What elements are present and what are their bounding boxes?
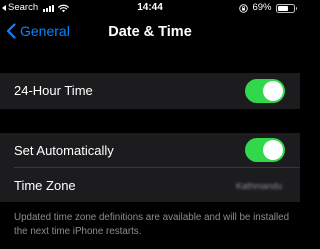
status-bar: Search 14:44 69%: [0, 0, 300, 16]
time-zone-value: Kathmandu: [235, 181, 282, 191]
setting-label-24-hour-time: 24-Hour Time: [14, 83, 93, 98]
setting-row-set-automatically: Set Automatically: [0, 133, 300, 168]
time-zone-footnote: Updated time zone definitions are availa…: [14, 212, 290, 237]
setting-row-time-zone: Time Zone Kathmandu: [0, 168, 300, 202]
battery-fill: [277, 5, 288, 11]
toggle-knob: [263, 81, 283, 101]
status-bar-right: 69%: [239, 2, 297, 14]
orientation-lock-icon: [239, 3, 249, 13]
battery-icon: [275, 3, 295, 13]
set-automatically-toggle[interactable]: [245, 138, 285, 162]
page-title: Date & Time: [108, 24, 192, 40]
battery-cap: [295, 6, 297, 10]
24-hour-time-toggle[interactable]: [245, 79, 285, 103]
setting-row-24-hour-time: 24-Hour Time: [0, 73, 300, 109]
toggle-knob: [263, 140, 283, 160]
setting-label-time-zone: Time Zone: [14, 178, 76, 193]
navigation-bar: General Date & Time: [0, 16, 300, 48]
setting-label-set-automatically: Set Automatically: [14, 143, 114, 158]
battery-percent: 69%: [252, 2, 272, 13]
